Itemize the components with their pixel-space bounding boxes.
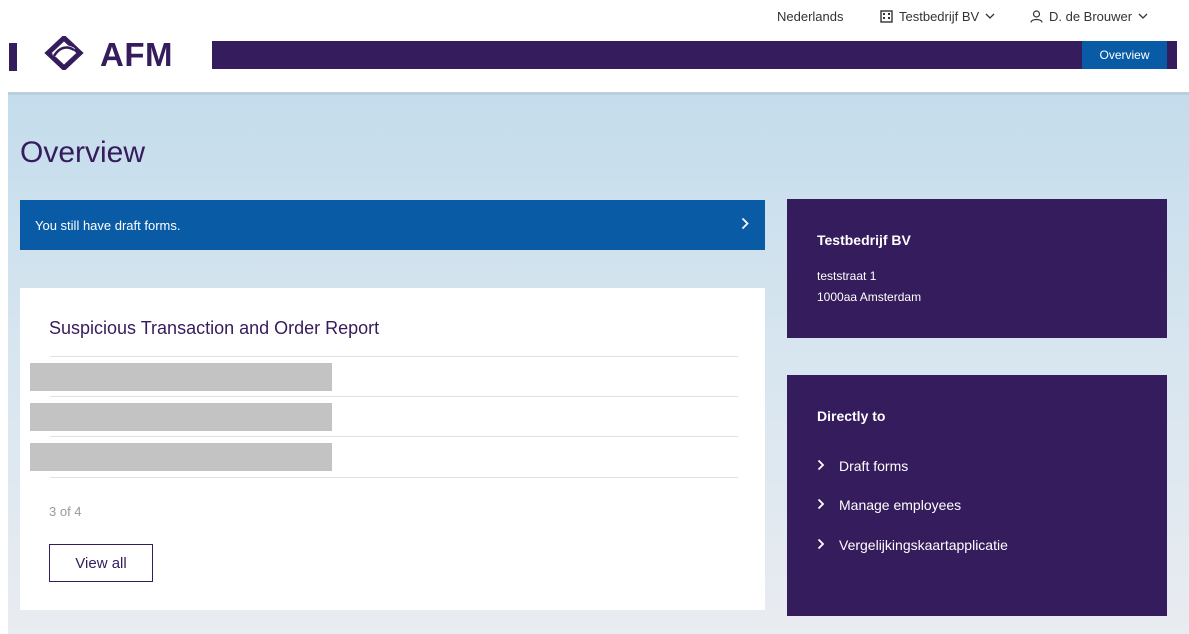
brand-strip: [212, 41, 1177, 69]
report-card-title: Suspicious Transaction and Order Report: [49, 318, 380, 338]
chevron-right-icon: [817, 458, 825, 474]
link-label: Manage employees: [839, 497, 962, 513]
chevron-right-icon: [741, 217, 749, 233]
company-label: Testbedrijf BV: [899, 9, 980, 24]
redacted-report-row[interactable]: [30, 403, 332, 431]
chevron-right-icon: [817, 497, 825, 513]
view-all-button[interactable]: View all: [49, 544, 153, 582]
report-card: Suspicious Transaction and Order Report …: [20, 288, 765, 610]
chevron-down-icon: [985, 13, 995, 20]
company-city: 1000aa Amsterdam: [817, 290, 922, 304]
logo-text: AFM: [100, 36, 173, 73]
directly-to-title: Directly to: [817, 408, 886, 424]
company-name: Testbedrijf BV: [817, 232, 911, 248]
divider: [50, 396, 738, 397]
afm-logo-mark-icon: [38, 34, 90, 75]
directly-to-card: Directly to Draft forms Manage employees…: [787, 375, 1167, 616]
brand-bar: AFM Overview: [0, 34, 1189, 75]
draft-forms-banner[interactable]: You still have draft forms.: [20, 200, 765, 250]
redacted-report-row[interactable]: [30, 363, 332, 391]
company-card: Testbedrijf BV teststraat 1 1000aa Amste…: [787, 199, 1167, 338]
draft-banner-text: You still have draft forms.: [35, 217, 181, 233]
link-draft-forms[interactable]: Draft forms: [817, 458, 908, 474]
building-icon: [880, 10, 893, 23]
link-manage-employees[interactable]: Manage employees: [817, 497, 961, 513]
afm-logo[interactable]: AFM: [38, 34, 173, 75]
company-switch[interactable]: Testbedrijf BV: [880, 9, 995, 24]
page: Nederlands Testbedrijf BV D. de Brouwer: [0, 0, 1189, 634]
language-switch[interactable]: Nederlands: [777, 9, 844, 24]
brand-stub: [9, 43, 17, 71]
chevron-down-icon: [1138, 13, 1148, 20]
company-street: teststraat 1: [817, 269, 877, 283]
link-label: Vergelijkingskaartapplicatie: [839, 537, 1008, 553]
user-menu[interactable]: D. de Brouwer: [1030, 9, 1148, 24]
user-label: D. de Brouwer: [1049, 9, 1133, 24]
user-icon: [1030, 10, 1043, 23]
utility-bar: Nederlands Testbedrijf BV D. de Brouwer: [0, 0, 1189, 36]
divider: [50, 436, 738, 437]
header-shadow: [8, 92, 1189, 95]
link-label: Draft forms: [839, 458, 909, 474]
nav-tab-overview[interactable]: Overview: [1082, 41, 1167, 69]
page-title: Overview: [20, 136, 146, 169]
pagination-count: 3 of 4: [49, 504, 82, 519]
link-vergelijkingskaartapplicatie[interactable]: Vergelijkingskaartapplicatie: [817, 537, 1008, 553]
divider: [50, 477, 738, 478]
language-label: Nederlands: [777, 9, 844, 24]
redacted-report-row[interactable]: [30, 443, 332, 471]
chevron-right-icon: [817, 537, 825, 553]
divider: [50, 356, 738, 357]
